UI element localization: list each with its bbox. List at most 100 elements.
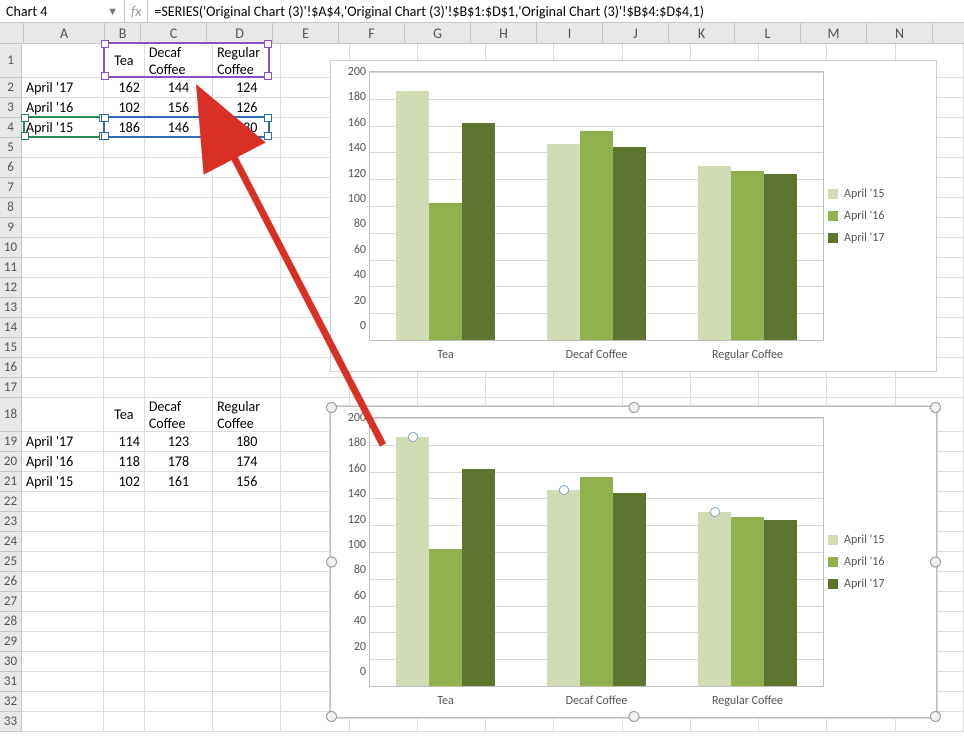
chart-bottom[interactable]: 200180160140120100806040200 TeaDecaf Cof…	[330, 406, 937, 718]
bar-April'17-DecafCoffee[interactable]	[613, 493, 646, 686]
cell-A3[interactable]: April '16	[22, 98, 104, 118]
cell-D8[interactable]	[213, 198, 281, 218]
row-header[interactable]: 24	[0, 532, 22, 552]
row-header[interactable]: 17	[0, 378, 22, 398]
cell-A16[interactable]	[22, 358, 104, 378]
cell-B24[interactable]	[104, 532, 145, 552]
cell-C19[interactable]: 123	[145, 432, 213, 452]
chart-resize-handle[interactable]	[930, 402, 941, 413]
bar-April'15-DecafCoffee[interactable]	[547, 490, 580, 686]
bar-April'16-Tea[interactable]	[429, 203, 462, 340]
cell-D26[interactable]	[213, 572, 281, 592]
cell-D14[interactable]	[213, 318, 281, 338]
cell-C18[interactable]: Decaf Coffee	[145, 398, 213, 432]
row-header[interactable]: 7	[0, 178, 22, 198]
cell-A11[interactable]	[22, 258, 104, 278]
cell-C32[interactable]	[145, 692, 213, 712]
cell-A20[interactable]: April '16	[22, 452, 104, 472]
cell-B17[interactable]	[104, 378, 145, 398]
cell-B31[interactable]	[104, 672, 145, 692]
legend-item[interactable]: April '16	[828, 555, 928, 569]
series-selection-handle[interactable]	[710, 507, 720, 517]
row-header[interactable]: 31	[0, 672, 22, 692]
row-header[interactable]: 14	[0, 318, 22, 338]
cell-A25[interactable]	[22, 552, 104, 572]
cell-B15[interactable]	[104, 338, 145, 358]
row-header[interactable]: 26	[0, 572, 22, 592]
bar-April'16-RegularCoffee[interactable]	[731, 171, 764, 340]
cell-H17[interactable]	[486, 378, 554, 398]
cell-A31[interactable]	[22, 672, 104, 692]
cell-D23[interactable]	[213, 512, 281, 532]
bar-April'17-DecafCoffee[interactable]	[613, 147, 646, 340]
row-header[interactable]: 29	[0, 632, 22, 652]
cell-A2[interactable]: April '17	[22, 78, 104, 98]
cell-B29[interactable]	[104, 632, 145, 652]
cell-C11[interactable]	[145, 258, 213, 278]
cell-A32[interactable]	[22, 692, 104, 712]
cell-D33[interactable]	[213, 712, 281, 732]
cell-B30[interactable]	[104, 652, 145, 672]
cell-C31[interactable]	[145, 672, 213, 692]
cell-D6[interactable]	[213, 158, 281, 178]
col-header-J[interactable]: J	[603, 23, 669, 43]
legend-item[interactable]: April '15	[828, 187, 928, 201]
cell-C26[interactable]	[145, 572, 213, 592]
cell-D16[interactable]	[213, 358, 281, 378]
cell-B18[interactable]: Tea	[104, 398, 145, 432]
cell-B6[interactable]	[104, 158, 145, 178]
row-header[interactable]: 15	[0, 338, 22, 358]
cell-F17[interactable]	[350, 378, 418, 398]
cell-J17[interactable]	[623, 378, 691, 398]
cell-D12[interactable]	[213, 278, 281, 298]
fx-icon[interactable]: fx	[131, 3, 141, 20]
row-header[interactable]: 27	[0, 592, 22, 612]
row-header[interactable]: 28	[0, 612, 22, 632]
cell-D3[interactable]: 126	[213, 98, 281, 118]
cell-D5[interactable]	[213, 138, 281, 158]
cell-A12[interactable]	[22, 278, 104, 298]
cell-C20[interactable]: 178	[145, 452, 213, 472]
cell-D20[interactable]: 174	[213, 452, 281, 472]
cell-B25[interactable]	[104, 552, 145, 572]
cell-D32[interactable]	[213, 692, 281, 712]
cell-A24[interactable]	[22, 532, 104, 552]
cell-D24[interactable]	[213, 532, 281, 552]
cell-A9[interactable]	[22, 218, 104, 238]
cell-A14[interactable]	[22, 318, 104, 338]
bar-April'15-Tea[interactable]	[396, 437, 429, 686]
chart-resize-handle[interactable]	[326, 557, 337, 568]
name-box[interactable]: Chart 4 ▼	[0, 0, 125, 22]
cell-C15[interactable]	[145, 338, 213, 358]
row-header[interactable]: 33	[0, 712, 22, 732]
select-all-triangle[interactable]	[0, 23, 24, 43]
bar-April'16-Tea[interactable]	[429, 549, 462, 686]
row-header[interactable]: 10	[0, 238, 22, 258]
col-header-B[interactable]: B	[105, 23, 141, 43]
cell-A1[interactable]	[22, 44, 104, 78]
formula-input[interactable]: =SERIES('Original Chart (3)'!$A$4,'Origi…	[148, 0, 964, 22]
cell-C25[interactable]	[145, 552, 213, 572]
cell-D10[interactable]	[213, 238, 281, 258]
cell-D21[interactable]: 156	[213, 472, 281, 492]
cell-D27[interactable]	[213, 592, 281, 612]
row-header[interactable]: 32	[0, 692, 22, 712]
cell-B23[interactable]	[104, 512, 145, 532]
cell-A18[interactable]	[22, 398, 104, 432]
cell-E17[interactable]	[281, 378, 349, 398]
cell-B14[interactable]	[104, 318, 145, 338]
cell-A26[interactable]	[22, 572, 104, 592]
row-header[interactable]: 1	[0, 44, 22, 78]
cell-D1[interactable]: Regular Coffee	[213, 44, 281, 78]
chart-resize-handle[interactable]	[326, 402, 337, 413]
row-header[interactable]: 16	[0, 358, 22, 378]
row-header[interactable]: 6	[0, 158, 22, 178]
cell-D13[interactable]	[213, 298, 281, 318]
cell-B19[interactable]: 114	[104, 432, 145, 452]
cell-D9[interactable]	[213, 218, 281, 238]
cell-B1[interactable]: Tea	[104, 44, 145, 78]
col-header-C[interactable]: C	[141, 23, 207, 43]
cell-A6[interactable]	[22, 158, 104, 178]
row-header[interactable]: 13	[0, 298, 22, 318]
cell-B3[interactable]: 102	[104, 98, 145, 118]
